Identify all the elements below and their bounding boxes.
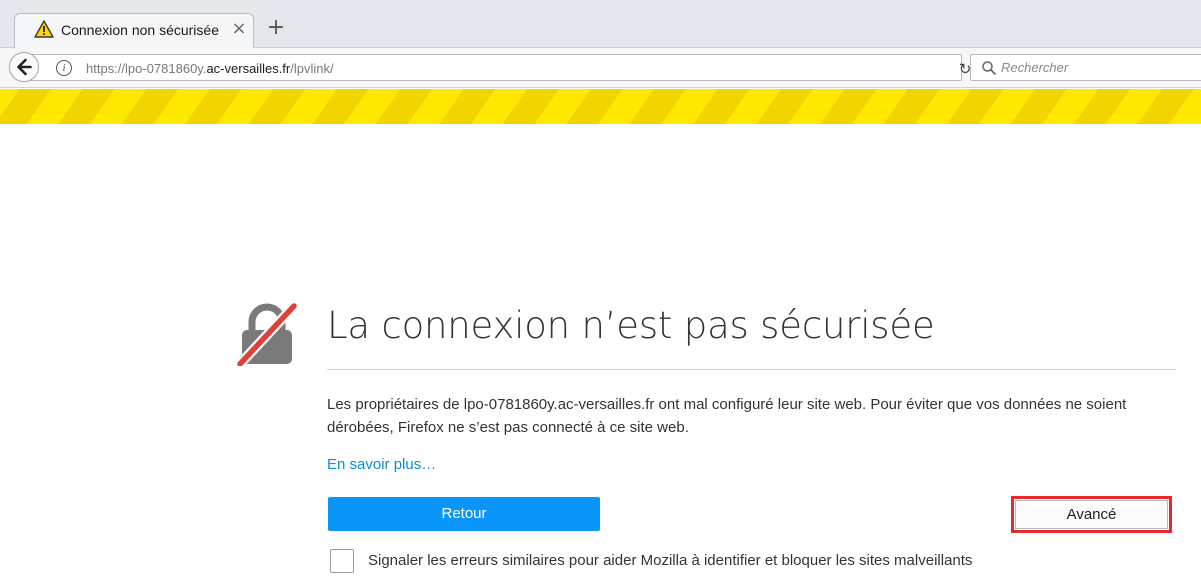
tab-title: Connexion non sécurisée [61, 22, 219, 38]
back-arrow-icon [17, 58, 32, 76]
url-bar[interactable]: i https://lpo-0781860y.ac-versailles.fr/… [28, 54, 971, 81]
back-button-retour[interactable]: Retour [328, 497, 600, 531]
search-bar[interactable]: Rechercher [970, 54, 1201, 81]
page-title: La connexion n’est pas sécurisée [327, 304, 935, 347]
report-errors-label: Signaler les erreurs similaires pour aid… [368, 552, 973, 569]
url-text[interactable]: https://lpo-0781860y.ac-versailles.fr/lp… [86, 61, 334, 76]
warning-icon [34, 20, 54, 38]
broken-lock-icon [236, 302, 298, 366]
report-errors-checkbox[interactable] [330, 549, 354, 573]
tab-active[interactable]: Connexion non sécurisée × [14, 13, 254, 48]
close-tab-icon[interactable]: × [229, 19, 249, 39]
new-tab-icon[interactable]: + [264, 16, 288, 40]
learn-more-link[interactable]: En savoir plus… [327, 456, 436, 473]
search-icon [982, 61, 996, 75]
search-placeholder: Rechercher [1001, 60, 1069, 75]
site-info-icon[interactable]: i [56, 60, 72, 76]
url-domain: ac-versailles.fr [206, 61, 291, 76]
url-prefix: https://lpo-0781860y. [86, 61, 207, 76]
warning-stripe [0, 89, 1201, 124]
title-divider [327, 369, 1176, 370]
advanced-button[interactable]: Avancé [1015, 500, 1168, 529]
tab-strip: Connexion non sécurisée × + [0, 0, 1201, 48]
back-button[interactable] [9, 52, 39, 82]
navigation-bar: i https://lpo-0781860y.ac-versailles.fr/… [0, 48, 1201, 88]
error-description: Les propriétaires de lpo-0781860y.ac-ver… [327, 396, 1127, 436]
url-path: /lpvlink/ [290, 61, 334, 76]
